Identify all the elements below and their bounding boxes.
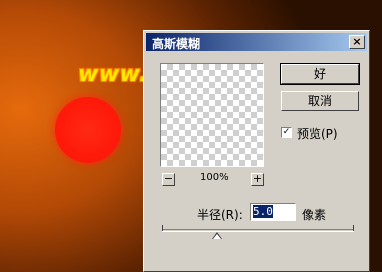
preview-checkbox[interactable]: ✓ xyxy=(281,127,292,138)
red-sun-circle xyxy=(55,97,121,163)
radius-value: 5.0 xyxy=(253,205,273,218)
zoom-in-button[interactable]: + xyxy=(251,173,264,186)
radius-label: 半径(R): xyxy=(197,208,243,222)
preview-checkbox-label[interactable]: 预览(P) xyxy=(297,125,338,142)
dialog-title: 高斯模糊 xyxy=(152,37,201,51)
radius-slider-thumb[interactable] xyxy=(212,232,222,239)
blur-preview-area[interactable] xyxy=(160,63,264,167)
cancel-button[interactable]: 取消 xyxy=(281,91,359,111)
gaussian-blur-dialog: 高斯模糊 × − 100% + 好 取消 ✓ 预览(P) 半径(R): 5.0 … xyxy=(143,30,370,272)
dialog-titlebar[interactable]: 高斯模糊 × xyxy=(146,33,367,51)
slider-end-right xyxy=(353,225,354,231)
zoom-level: 100% xyxy=(200,172,229,183)
radius-unit: 像素 xyxy=(302,208,327,222)
close-button[interactable]: × xyxy=(349,35,365,49)
radius-slider-track[interactable] xyxy=(162,229,354,232)
radius-input[interactable]: 5.0 xyxy=(250,203,296,221)
ok-button[interactable]: 好 xyxy=(280,63,360,85)
slider-end-left xyxy=(162,225,163,231)
zoom-out-button[interactable]: − xyxy=(162,173,175,186)
